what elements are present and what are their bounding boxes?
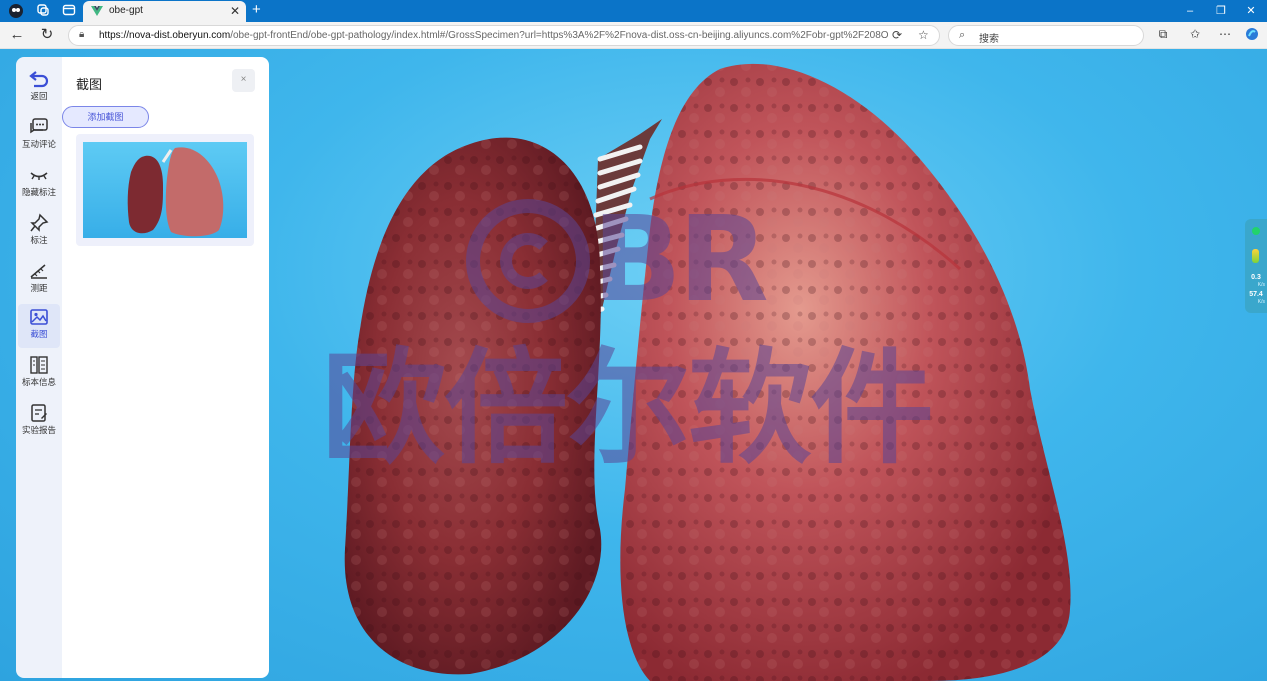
watermark-logo-c xyxy=(500,233,556,289)
toolbar-label: 测距 xyxy=(30,283,48,293)
extensions-icon[interactable]: ⧉ xyxy=(1154,27,1172,42)
url-field[interactable]: 🔒︎ https://nova-dist.oberyun.com/obe-gpt… xyxy=(68,25,940,46)
toolbar-report-button[interactable]: 实验报告 xyxy=(18,400,60,444)
browser-search-input[interactable]: ⌕ 搜索 xyxy=(948,25,1144,46)
tab-actions-icon[interactable] xyxy=(61,3,77,19)
toolbar-specimen-info-button[interactable]: 标本信息 xyxy=(18,352,60,396)
comment-icon xyxy=(30,118,48,134)
browser-address-bar: ← ↻ 🔒︎ https://nova-dist.oberyun.com/obe… xyxy=(0,22,1267,49)
closed-eye-icon xyxy=(30,172,48,180)
specimen-info-icon xyxy=(30,356,48,374)
ruler-icon xyxy=(30,264,47,279)
image-icon xyxy=(30,309,48,325)
upload-speed-unit: K/s xyxy=(1257,282,1265,288)
profile-icon[interactable] xyxy=(8,3,24,19)
add-screenshot-button[interactable]: 添加截图 xyxy=(62,106,149,128)
toolbar-measure-button[interactable]: 测距 xyxy=(18,258,60,302)
browser-tab-bar: obe-gpt ✕ + – ❐ ✕ xyxy=(0,0,1267,22)
browser-tab-active[interactable]: obe-gpt ✕ xyxy=(83,1,246,22)
new-tab-icon[interactable]: + xyxy=(252,2,261,18)
toolbar-label: 返回 xyxy=(30,91,48,101)
favorites-icon[interactable]: ✩ xyxy=(1186,27,1204,41)
favorite-star-icon[interactable]: ☆ xyxy=(918,28,929,42)
status-dot-icon xyxy=(1252,227,1260,235)
search-placeholder: 搜索 xyxy=(979,34,999,45)
lock-icon: 🔒︎ xyxy=(79,29,85,40)
undo-arrow-icon xyxy=(29,71,49,88)
panel-close-button[interactable]: × xyxy=(232,69,255,92)
upload-speed-value: 0.3 xyxy=(1251,274,1261,281)
url-text: https://nova-dist.oberyun.com/obe-gpt-fr… xyxy=(99,30,889,41)
screenshot-thumbnail-card[interactable] xyxy=(76,134,254,246)
pin-icon xyxy=(30,213,49,232)
toolbar-label: 实验报告 xyxy=(21,425,56,435)
copilot-icon[interactable] xyxy=(1243,27,1261,44)
translate-icon[interactable]: ⟳ xyxy=(892,28,902,42)
toolbar-comment-button[interactable]: 互动评论 xyxy=(18,114,60,158)
network-speed-widget[interactable]: 0.3 K/s 57.4 K/s xyxy=(1245,219,1267,313)
toolbar-screenshot-button[interactable]: 截图 xyxy=(18,304,60,348)
toolbar-hide-annotations-button[interactable]: 隐藏标注 xyxy=(18,162,60,206)
toolbar-annotate-button[interactable]: 标注 xyxy=(18,210,60,254)
left-toolbar: 返回 互动评论 隐藏标注 标注 测距 截图 标本信息 实验报告 xyxy=(16,57,62,678)
screenshot-thumbnail[interactable] xyxy=(83,142,247,238)
tab-title: obe-gpt xyxy=(109,5,143,16)
workspaces-icon[interactable] xyxy=(35,3,51,19)
close-window-icon[interactable]: ✕ xyxy=(1241,3,1261,19)
toolbar-label: 标注 xyxy=(30,235,48,245)
back-arrow-icon[interactable]: ← xyxy=(8,26,26,44)
more-menu-icon[interactable]: ⋯ xyxy=(1216,27,1234,41)
vue-favicon-icon xyxy=(91,6,103,16)
thumbnail-lungs xyxy=(127,147,224,237)
minimize-icon[interactable]: – xyxy=(1180,3,1200,19)
watermark-logo-text: BR xyxy=(592,190,769,328)
toolbar-label: 截图 xyxy=(30,329,48,339)
toolbar-label: 标本信息 xyxy=(21,377,56,387)
toolbar-label: 隐藏标注 xyxy=(21,187,56,197)
restore-icon[interactable]: ❐ xyxy=(1211,3,1231,19)
panel-title: 截图 xyxy=(76,77,103,92)
watermark-company-text: 欧倍尔软件 xyxy=(322,337,934,481)
toolbar-label: 互动评论 xyxy=(21,139,56,149)
report-icon xyxy=(31,404,47,422)
signal-bar-icon xyxy=(1252,249,1259,263)
tab-close-icon[interactable]: ✕ xyxy=(230,3,240,19)
refresh-icon[interactable]: ↻ xyxy=(38,26,56,44)
download-speed-unit: K/s xyxy=(1257,299,1265,305)
toolbar-back-button[interactable]: 返回 xyxy=(18,66,60,110)
search-icon: ⌕ xyxy=(959,29,966,41)
screenshot-panel: 截图 × 添加截图 xyxy=(62,57,269,678)
download-speed-value: 57.4 xyxy=(1249,291,1263,298)
